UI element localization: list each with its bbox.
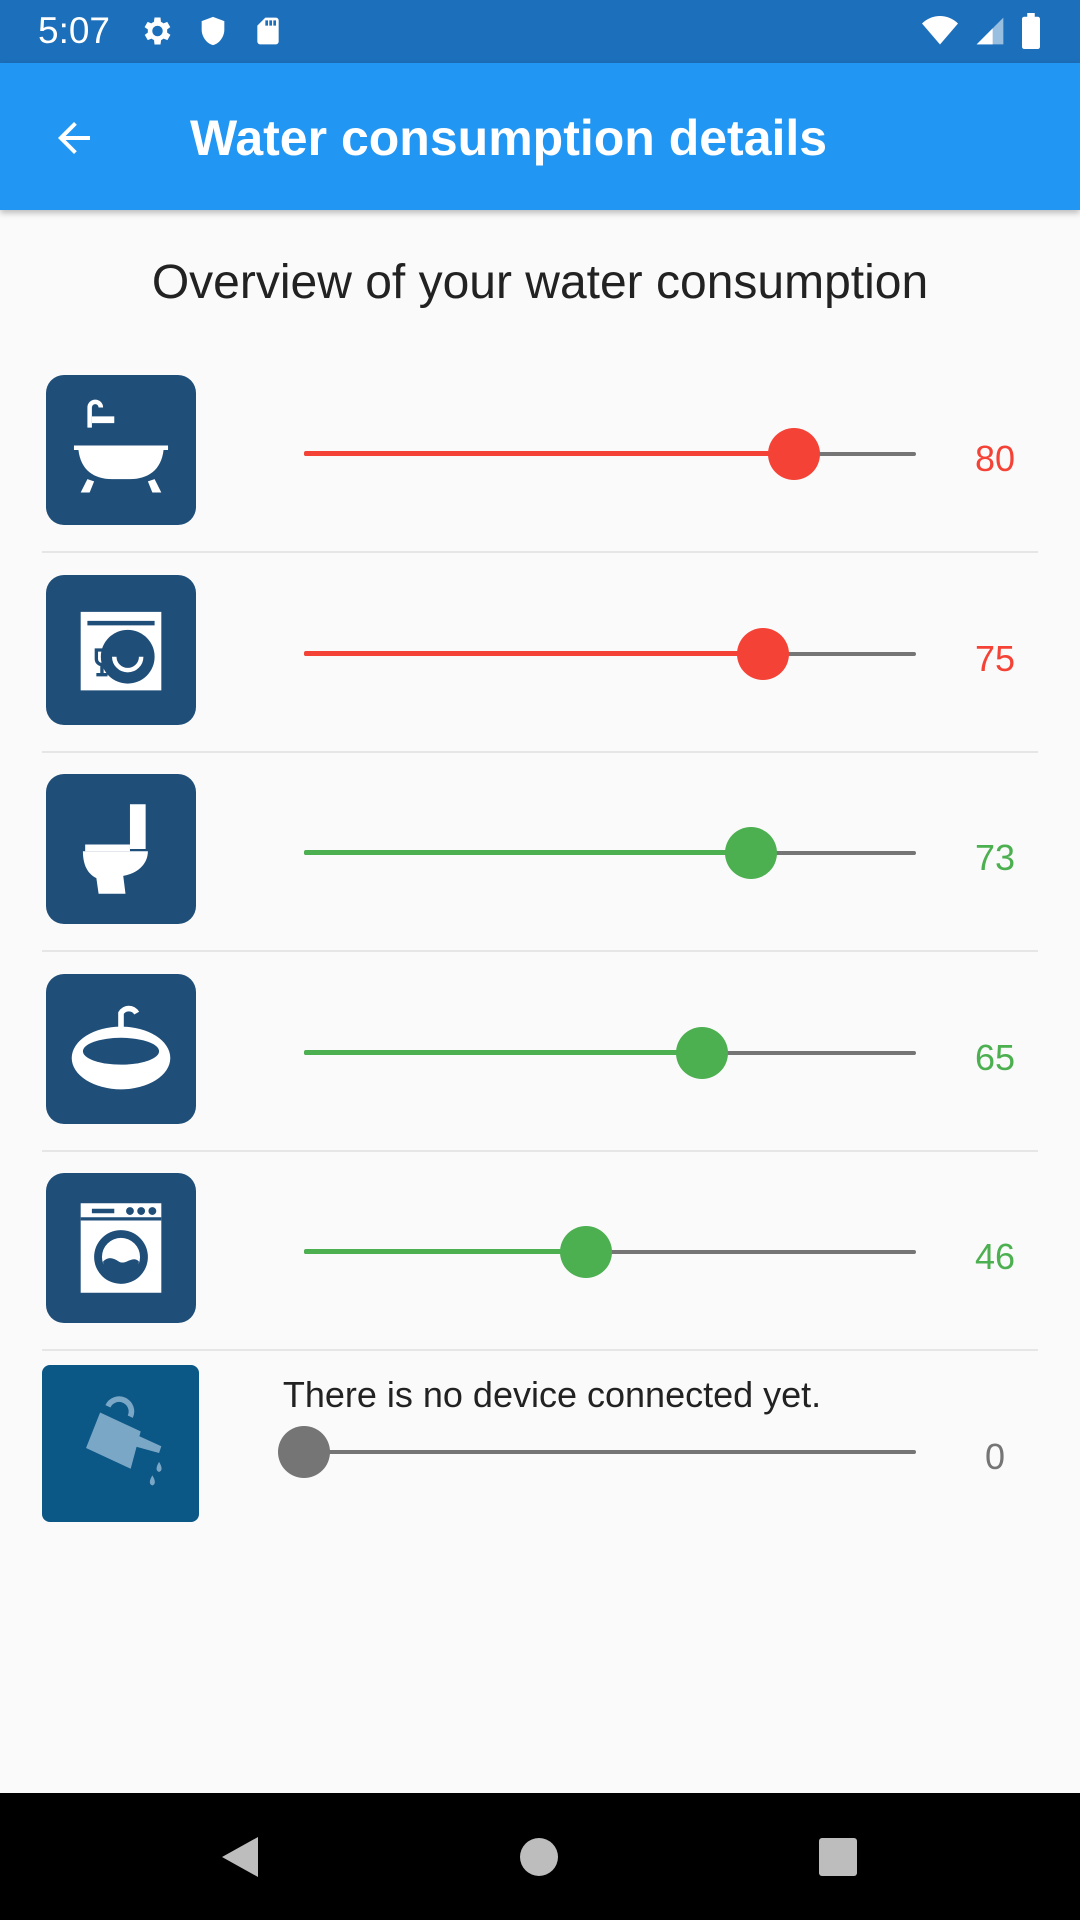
- device-row-bathtub: 80: [42, 354, 1038, 553]
- page-title: Water consumption details: [190, 110, 828, 166]
- cell-signal-icon: [974, 13, 1006, 49]
- device-row-washing-machine: 46: [42, 1152, 1038, 1351]
- slider-fill: [304, 651, 763, 656]
- square-recents-icon: [819, 1838, 857, 1876]
- slider-thumb[interactable]: [675, 1027, 728, 1079]
- consumption-value: 65: [974, 1037, 1016, 1078]
- slider-thumb[interactable]: [278, 1426, 330, 1478]
- nav-recents-button[interactable]: [808, 1827, 868, 1887]
- arrow-back-icon: [58, 122, 90, 154]
- app-bar: Water consumption details: [0, 63, 1080, 210]
- slider-thumb[interactable]: [559, 1226, 612, 1278]
- consumption-slider[interactable]: [304, 628, 916, 680]
- device-row-toilet: 73: [42, 753, 1038, 952]
- nav-home-button[interactable]: [509, 1827, 569, 1887]
- slider-fill: [304, 1249, 586, 1254]
- slider-thumb[interactable]: [724, 827, 777, 879]
- toilet-icon: [46, 774, 196, 924]
- sink-icon: [46, 974, 196, 1124]
- washing-machine-icon: [46, 1173, 196, 1323]
- triangle-back-icon: [222, 1837, 258, 1877]
- shield-icon: [196, 13, 230, 49]
- consumption-slider[interactable]: [304, 1226, 916, 1278]
- slider-fill: [304, 850, 751, 855]
- status-bar: 5:07: [0, 0, 1080, 63]
- watering-can-icon: [42, 1365, 199, 1522]
- circle-home-icon: [520, 1838, 558, 1876]
- dishwasher-icon: [46, 575, 196, 725]
- bathtub-icon: [46, 375, 196, 525]
- consumption-slider[interactable]: [278, 1426, 916, 1478]
- consumption-value: 80: [974, 438, 1016, 479]
- slider-thumb[interactable]: [737, 628, 789, 680]
- battery-icon: [1020, 13, 1042, 49]
- device-row-watering-can: There is no device connected yet. 0: [42, 1352, 1038, 1551]
- consumption-slider[interactable]: [304, 827, 916, 879]
- slider-fill: [304, 451, 794, 456]
- slider-thumb[interactable]: [767, 428, 820, 480]
- nav-back-button[interactable]: [210, 1827, 270, 1887]
- wifi-icon: [920, 13, 960, 49]
- slider-fill: [304, 1050, 702, 1055]
- consumption-value: 0: [984, 1436, 1006, 1477]
- consumption-value: 46: [974, 1236, 1016, 1277]
- consumption-value: 73: [974, 837, 1016, 878]
- navigation-bar: [0, 1793, 1080, 1920]
- overview-heading: Overview of your water consumption: [151, 256, 929, 309]
- back-button[interactable]: [36, 103, 112, 173]
- consumption-slider[interactable]: [304, 428, 916, 480]
- consumption-slider[interactable]: [304, 1027, 916, 1079]
- no-device-message: There is no device connected yet.: [282, 1374, 822, 1415]
- sd-card-icon: [252, 13, 284, 49]
- consumption-value: 75: [974, 638, 1016, 679]
- device-row-dishwasher: 75: [42, 554, 1038, 753]
- settings-icon: [138, 13, 174, 49]
- device-row-sink: 65: [42, 953, 1038, 1152]
- status-time: 5:07: [38, 10, 111, 51]
